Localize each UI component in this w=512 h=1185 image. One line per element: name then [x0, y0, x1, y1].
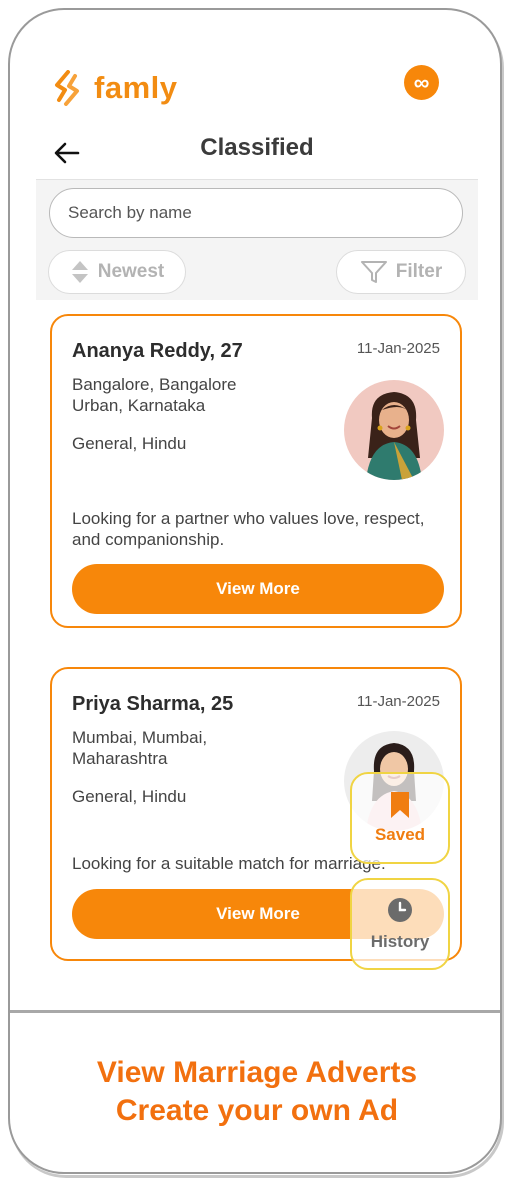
app-header: famly	[52, 70, 177, 106]
profile-religion: General, Hindu	[72, 434, 187, 453]
filter-button[interactable]: Filter	[336, 250, 466, 294]
phone-frame: famly ∞ Classified Newest Filter Ananya …	[8, 8, 502, 1174]
profile-name: Priya Sharma, 25	[72, 693, 234, 715]
infinity-icon: ∞	[413, 69, 430, 95]
page-title: Classified	[200, 134, 314, 161]
footer-line-1: View Marriage Adverts	[96, 1056, 418, 1089]
profile-location: Mumbai, Mumbai, Maharashtra	[72, 728, 208, 768]
history-button[interactable]: History	[350, 878, 450, 970]
profile-religion: General, Hindu	[72, 787, 187, 806]
profile-description: Looking for a partner who values love, r…	[72, 509, 425, 549]
sort-newest-button[interactable]: Newest	[48, 250, 186, 294]
filter-label: Filter	[395, 261, 443, 282]
profile-name: Ananya Reddy, 27	[72, 340, 243, 362]
clock-icon	[388, 898, 412, 922]
sort-icon	[71, 261, 88, 283]
search-toolbar: Newest Filter	[36, 179, 478, 300]
profile-location: Bangalore, Bangalore Urban, Karnataka	[72, 375, 237, 415]
infinity-button[interactable]: ∞	[404, 65, 439, 100]
history-label: History	[370, 932, 430, 951]
profile-avatar	[344, 380, 444, 480]
filter-icon	[360, 261, 387, 283]
saved-button[interactable]: Saved	[350, 772, 450, 864]
bottom-divider	[10, 1010, 500, 1013]
sort-label: Newest	[97, 261, 165, 282]
profile-card[interactable]: Ananya Reddy, 27 11-Jan-2025 Bangalore, …	[50, 314, 462, 628]
famly-logo-icon	[55, 70, 79, 106]
brand-name: famly	[94, 70, 178, 105]
footer-line-2: Create your own Ad	[115, 1094, 399, 1127]
profile-date: 11-Jan-2025	[356, 340, 440, 357]
profile-date: 11-Jan-2025	[356, 693, 440, 710]
bookmark-icon	[391, 792, 409, 818]
saved-label: Saved	[374, 825, 426, 844]
search-input[interactable]	[49, 188, 463, 238]
view-more-button[interactable]: View More	[72, 564, 444, 614]
